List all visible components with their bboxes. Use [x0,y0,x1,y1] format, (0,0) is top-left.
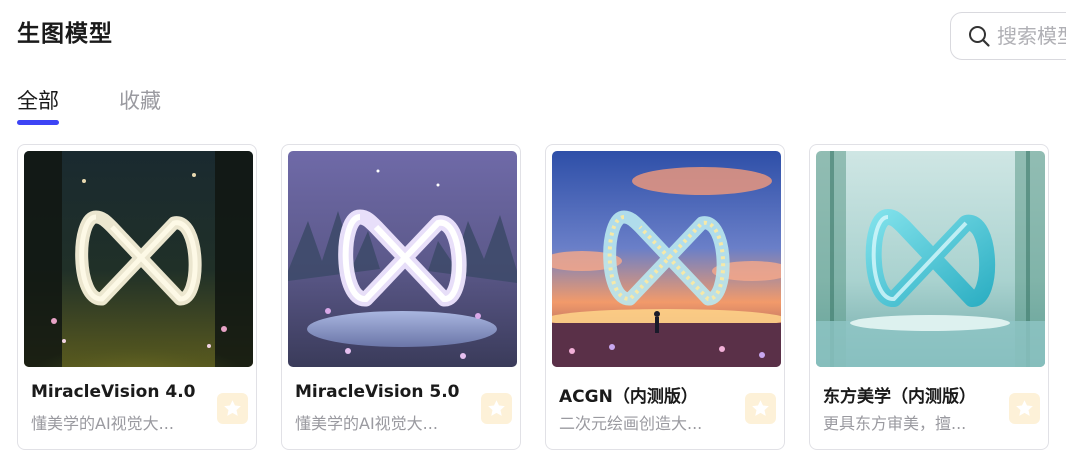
model-description: 懂美学的AI视觉大... [31,414,174,433]
model-card-miraclevision-4[interactable]: MiracleVision 4.0 懂美学的AI视觉大... [17,144,257,450]
search-icon [969,26,990,47]
search-input[interactable] [997,24,1066,48]
star-icon [1016,400,1033,416]
page-title: 生图模型 [17,21,113,47]
model-card-acgn[interactable]: ACGN（内测版） 二次元绘画创造大... [545,144,785,450]
active-tab-indicator [17,120,59,125]
model-name: MiracleVision 4.0 [31,382,196,402]
favorite-button[interactable] [481,393,512,424]
model-name: MiracleVision 5.0 [295,382,460,402]
model-thumbnail [288,151,517,367]
star-icon [488,400,505,416]
model-description: 更具东方审美，擅... [823,414,967,433]
model-thumbnail [552,151,781,367]
favorite-button[interactable] [1009,393,1040,424]
model-description: 懂美学的AI视觉大... [295,414,438,433]
tab-favorites-label: 收藏 [119,89,161,113]
star-icon [224,400,241,416]
model-name: 东方美学（内测版） [823,387,976,407]
favorite-button[interactable] [745,393,776,424]
star-icon [752,400,769,416]
model-thumbnail [24,151,253,367]
model-thumbnail [816,151,1045,367]
model-description: 二次元绘画创造大... [559,414,703,433]
model-name: ACGN（内测版） [559,387,698,407]
tab-all-label: 全部 [17,89,59,113]
tab-all[interactable]: 全部 [17,86,59,126]
search-box[interactable] [950,12,1066,60]
tab-bar: 全部 收藏 [17,86,161,126]
model-card-oriental-aesthetics[interactable]: 东方美学（内测版） 更具东方审美，擅... [809,144,1049,450]
tab-favorites[interactable]: 收藏 [119,86,161,126]
model-card-miraclevision-5[interactable]: MiracleVision 5.0 懂美学的AI视觉大... [281,144,521,450]
favorite-button[interactable] [217,393,248,424]
